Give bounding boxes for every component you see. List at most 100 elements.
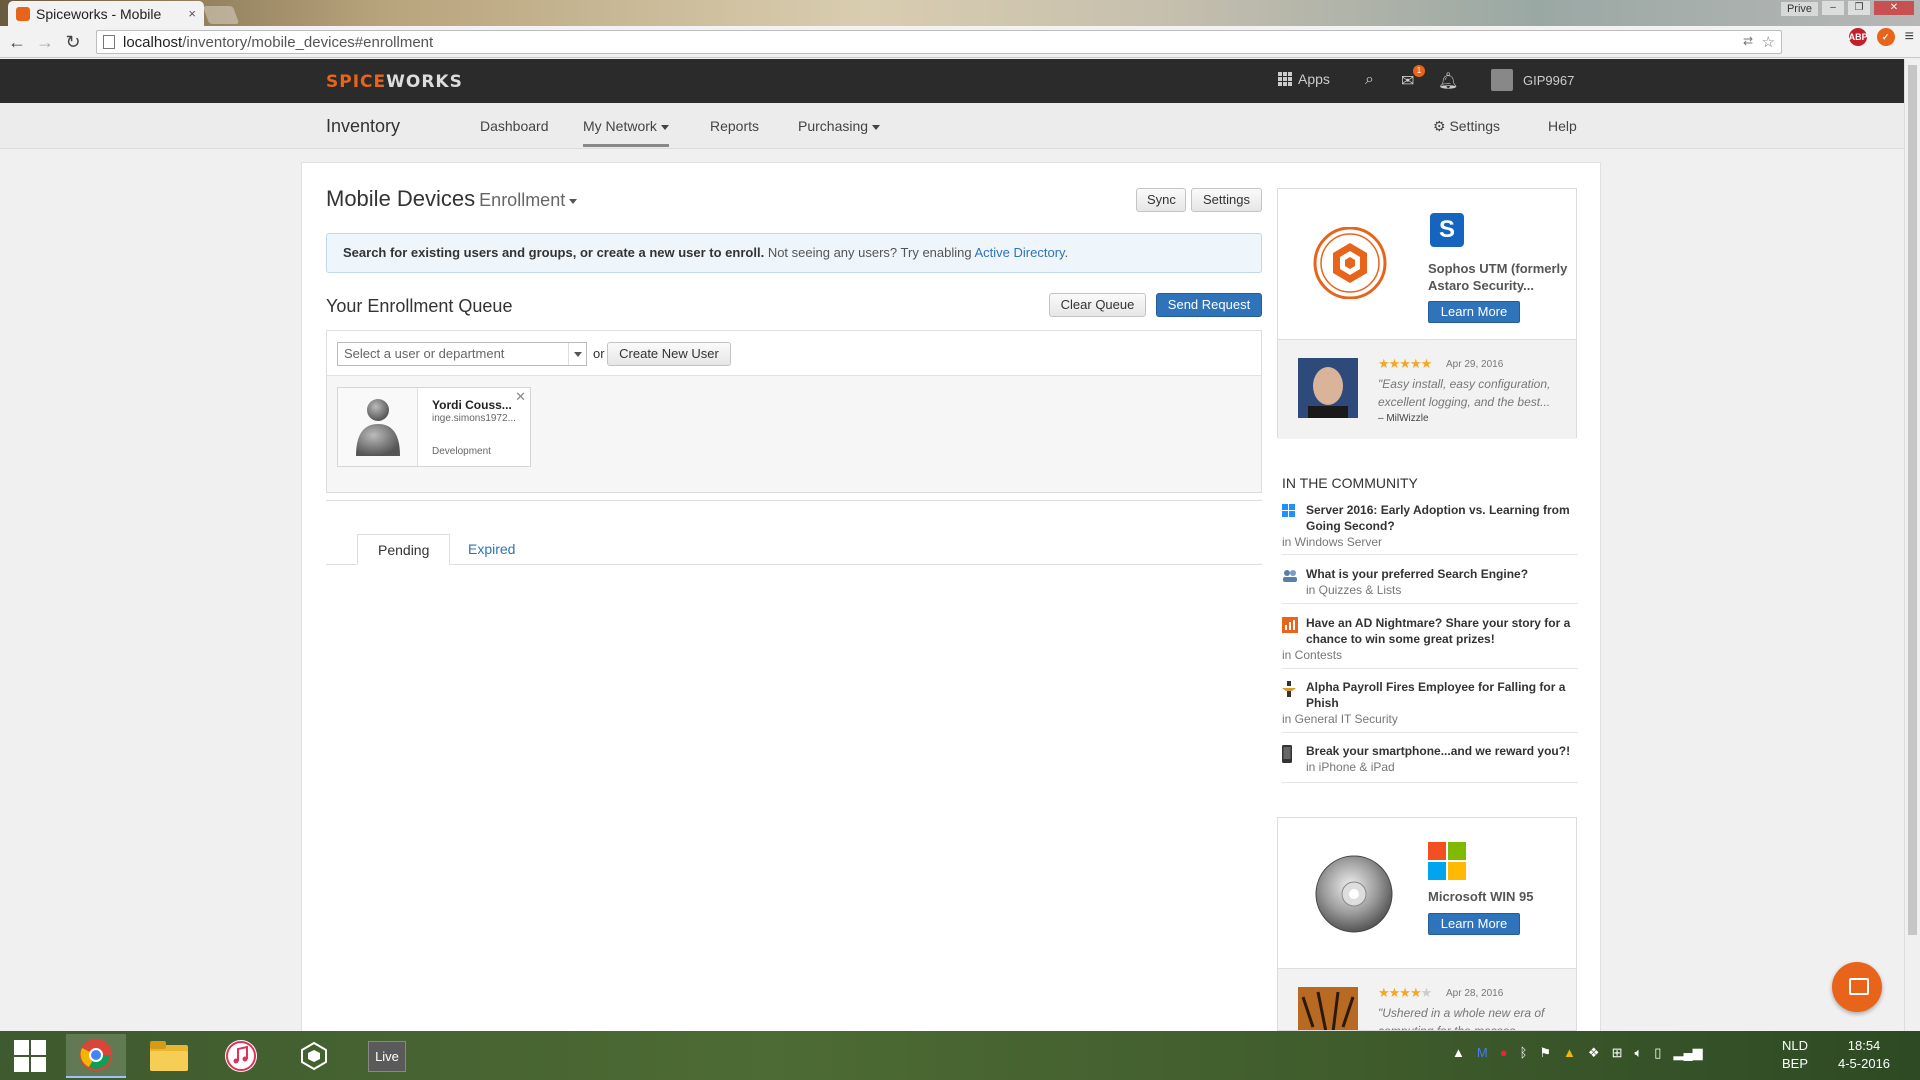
reload-icon[interactable]: ↻: [62, 32, 84, 52]
search-icon[interactable]: ⌕: [1365, 71, 1374, 89]
nav-reports[interactable]: Reports: [710, 118, 759, 134]
language-code: NLD: [1782, 1038, 1809, 1053]
volume-icon[interactable]: 🔈︎: [1634, 1045, 1642, 1061]
user-menu[interactable]: GIP9967: [1491, 69, 1574, 91]
community-item-title[interactable]: Alpha Payroll Fires Employee for Falling…: [1306, 679, 1578, 711]
community-item-title[interactable]: What is your preferred Search Engine?: [1306, 566, 1578, 582]
translate-icon[interactable]: ⇄: [1743, 34, 1753, 48]
browser-tab[interactable]: Spiceworks - Mobile ×: [8, 1, 204, 26]
users-icon: [1282, 568, 1297, 582]
sponsored-product-sophos: S Sophos UTM (formerly Astaro Security..…: [1277, 188, 1577, 439]
taskbar-file-explorer[interactable]: [139, 1034, 199, 1078]
battery-icon[interactable]: ▯: [1654, 1045, 1661, 1061]
nav-my-network[interactable]: My Network: [583, 118, 669, 147]
spiceworks-favicon-icon: [16, 6, 30, 21]
show-hidden-icons-icon[interactable]: ▲: [1452, 1045, 1465, 1061]
back-icon[interactable]: ←: [6, 32, 28, 52]
chart-icon: [1282, 617, 1298, 633]
community-item[interactable]: Have an AD Nightmare? Share your story f…: [1282, 615, 1578, 669]
rating-stars: ★★★★★: [1378, 356, 1432, 371]
sophos-brand-icon: S: [1430, 213, 1464, 247]
clock[interactable]: 18:54 4-5-2016: [1838, 1037, 1890, 1073]
nav-my-network-label: My Network: [583, 118, 657, 134]
nav-purchasing[interactable]: Purchasing: [798, 118, 881, 134]
sync-button[interactable]: Sync: [1136, 188, 1186, 212]
chat-help-button[interactable]: [1832, 962, 1882, 1012]
spiceworks-logo[interactable]: SPICEWORKS: [326, 72, 463, 92]
queued-user-card: Yordi Couss... inge.simons1972... Develo…: [337, 387, 531, 467]
spiceworks-extension-icon[interactable]: ✓: [1876, 28, 1895, 46]
gmail-notifier-icon[interactable]: M: [1477, 1045, 1488, 1061]
enrollment-dropdown[interactable]: Enrollment: [479, 190, 578, 210]
ad-product-name[interactable]: Sophos UTM (formerly Astaro Security...: [1428, 260, 1576, 294]
security-icon: [1282, 681, 1296, 697]
tab-expired[interactable]: Expired: [448, 534, 535, 565]
community-item-category[interactable]: in iPhone & iPad: [1306, 759, 1578, 775]
browser-profile-label[interactable]: Prive: [1780, 2, 1818, 16]
send-request-button[interactable]: Send Request: [1156, 293, 1262, 317]
inventory-title[interactable]: Inventory: [326, 116, 400, 137]
minimize-icon[interactable]: –: [1822, 1, 1844, 15]
community-item[interactable]: Break your smartphone...and we reward yo…: [1282, 743, 1578, 783]
taskbar-unity[interactable]: [284, 1034, 344, 1078]
bluetooth-icon[interactable]: ᛒ: [1520, 1045, 1528, 1061]
nav-settings[interactable]: ⚙ Settings: [1433, 118, 1500, 135]
settings-button[interactable]: Settings: [1191, 188, 1262, 212]
learn-more-button[interactable]: Learn More: [1428, 913, 1520, 935]
community-item[interactable]: Alpha Payroll Fires Employee for Falling…: [1282, 679, 1578, 733]
community-item-title[interactable]: Server 2016: Early Adoption vs. Learning…: [1306, 502, 1578, 534]
start-button[interactable]: [0, 1034, 60, 1078]
action-center-flag-icon[interactable]: ⚑: [1539, 1045, 1551, 1061]
ad-product-name[interactable]: Microsoft WIN 95: [1428, 888, 1576, 905]
nav-dashboard[interactable]: Dashboard: [480, 118, 549, 134]
tab-pending[interactable]: Pending: [357, 534, 451, 565]
notifications-bell-icon[interactable]: 🔔︎: [1438, 71, 1458, 91]
bookmark-star-icon[interactable]: ☆: [1762, 33, 1775, 51]
community-item-category[interactable]: in Contests: [1282, 647, 1578, 663]
forward-icon[interactable]: →: [34, 32, 56, 52]
taskbar-itunes[interactable]: [211, 1034, 271, 1078]
nav-help[interactable]: Help: [1548, 118, 1577, 134]
apps-menu[interactable]: Apps: [1278, 71, 1330, 87]
create-new-user-button[interactable]: Create New User: [607, 342, 731, 366]
clear-queue-button[interactable]: Clear Queue: [1049, 293, 1146, 317]
google-drive-icon[interactable]: ▲: [1563, 1045, 1576, 1061]
new-tab-button[interactable]: [202, 6, 240, 24]
community-item-category[interactable]: in Windows Server: [1282, 534, 1578, 550]
active-directory-link[interactable]: Active Directory: [975, 245, 1065, 260]
windows-update-icon[interactable]: ⊞: [1612, 1045, 1623, 1061]
user-department-select[interactable]: Select a user or department: [337, 342, 587, 366]
community-item-category[interactable]: in General IT Security: [1282, 711, 1578, 727]
chevron-down-icon: [569, 198, 578, 204]
community-item[interactable]: What is your preferred Search Engine? in…: [1282, 566, 1578, 604]
user-placeholder-avatar-icon: [338, 388, 418, 466]
inbox-badge: 1: [1413, 65, 1425, 77]
menu-icon[interactable]: ≡: [1905, 28, 1914, 46]
page-title-text: Mobile Devices: [326, 186, 476, 211]
review-quote: "Ushered in a whole new era of computing…: [1378, 1006, 1545, 1031]
restore-icon[interactable]: ❐: [1848, 1, 1870, 15]
rating-stars: ★★★★★: [1378, 985, 1432, 1001]
network-signal-icon[interactable]: ▂▄▆: [1673, 1045, 1702, 1061]
chrome-icon: [80, 1039, 112, 1071]
input-language[interactable]: NLD BEP: [1782, 1037, 1808, 1073]
adblock-plus-icon[interactable]: ABP: [1848, 28, 1868, 46]
learn-more-button[interactable]: Learn More: [1428, 301, 1520, 323]
community-item[interactable]: Server 2016: Early Adoption vs. Learning…: [1282, 502, 1578, 555]
beats-icon[interactable]: ●: [1500, 1045, 1508, 1061]
remove-user-icon[interactable]: ✕: [515, 389, 526, 405]
window-close-icon[interactable]: ✕: [1874, 1, 1914, 15]
dropbox-icon[interactable]: ❖: [1588, 1045, 1600, 1061]
address-bar[interactable]: localhost/inventory/mobile_devices#enrol…: [96, 30, 1782, 54]
scrollbar-thumb[interactable]: [1908, 65, 1917, 935]
inbox-icon[interactable]: ✉: [1401, 71, 1414, 91]
community-item-title[interactable]: Break your smartphone...and we reward yo…: [1306, 743, 1578, 759]
community-item-title[interactable]: Have an AD Nightmare? Share your story f…: [1306, 615, 1578, 647]
ad-top: S Sophos UTM (formerly Astaro Security..…: [1278, 189, 1576, 339]
url-path: /inventory/mobile_devices#enrollment: [182, 33, 434, 51]
taskbar-live[interactable]: Live: [357, 1034, 417, 1078]
page-scrollbar[interactable]: [1904, 59, 1920, 1031]
taskbar-chrome[interactable]: [66, 1034, 126, 1078]
tab-close-icon[interactable]: ×: [188, 6, 196, 21]
community-item-category[interactable]: in Quizzes & Lists: [1306, 582, 1578, 598]
